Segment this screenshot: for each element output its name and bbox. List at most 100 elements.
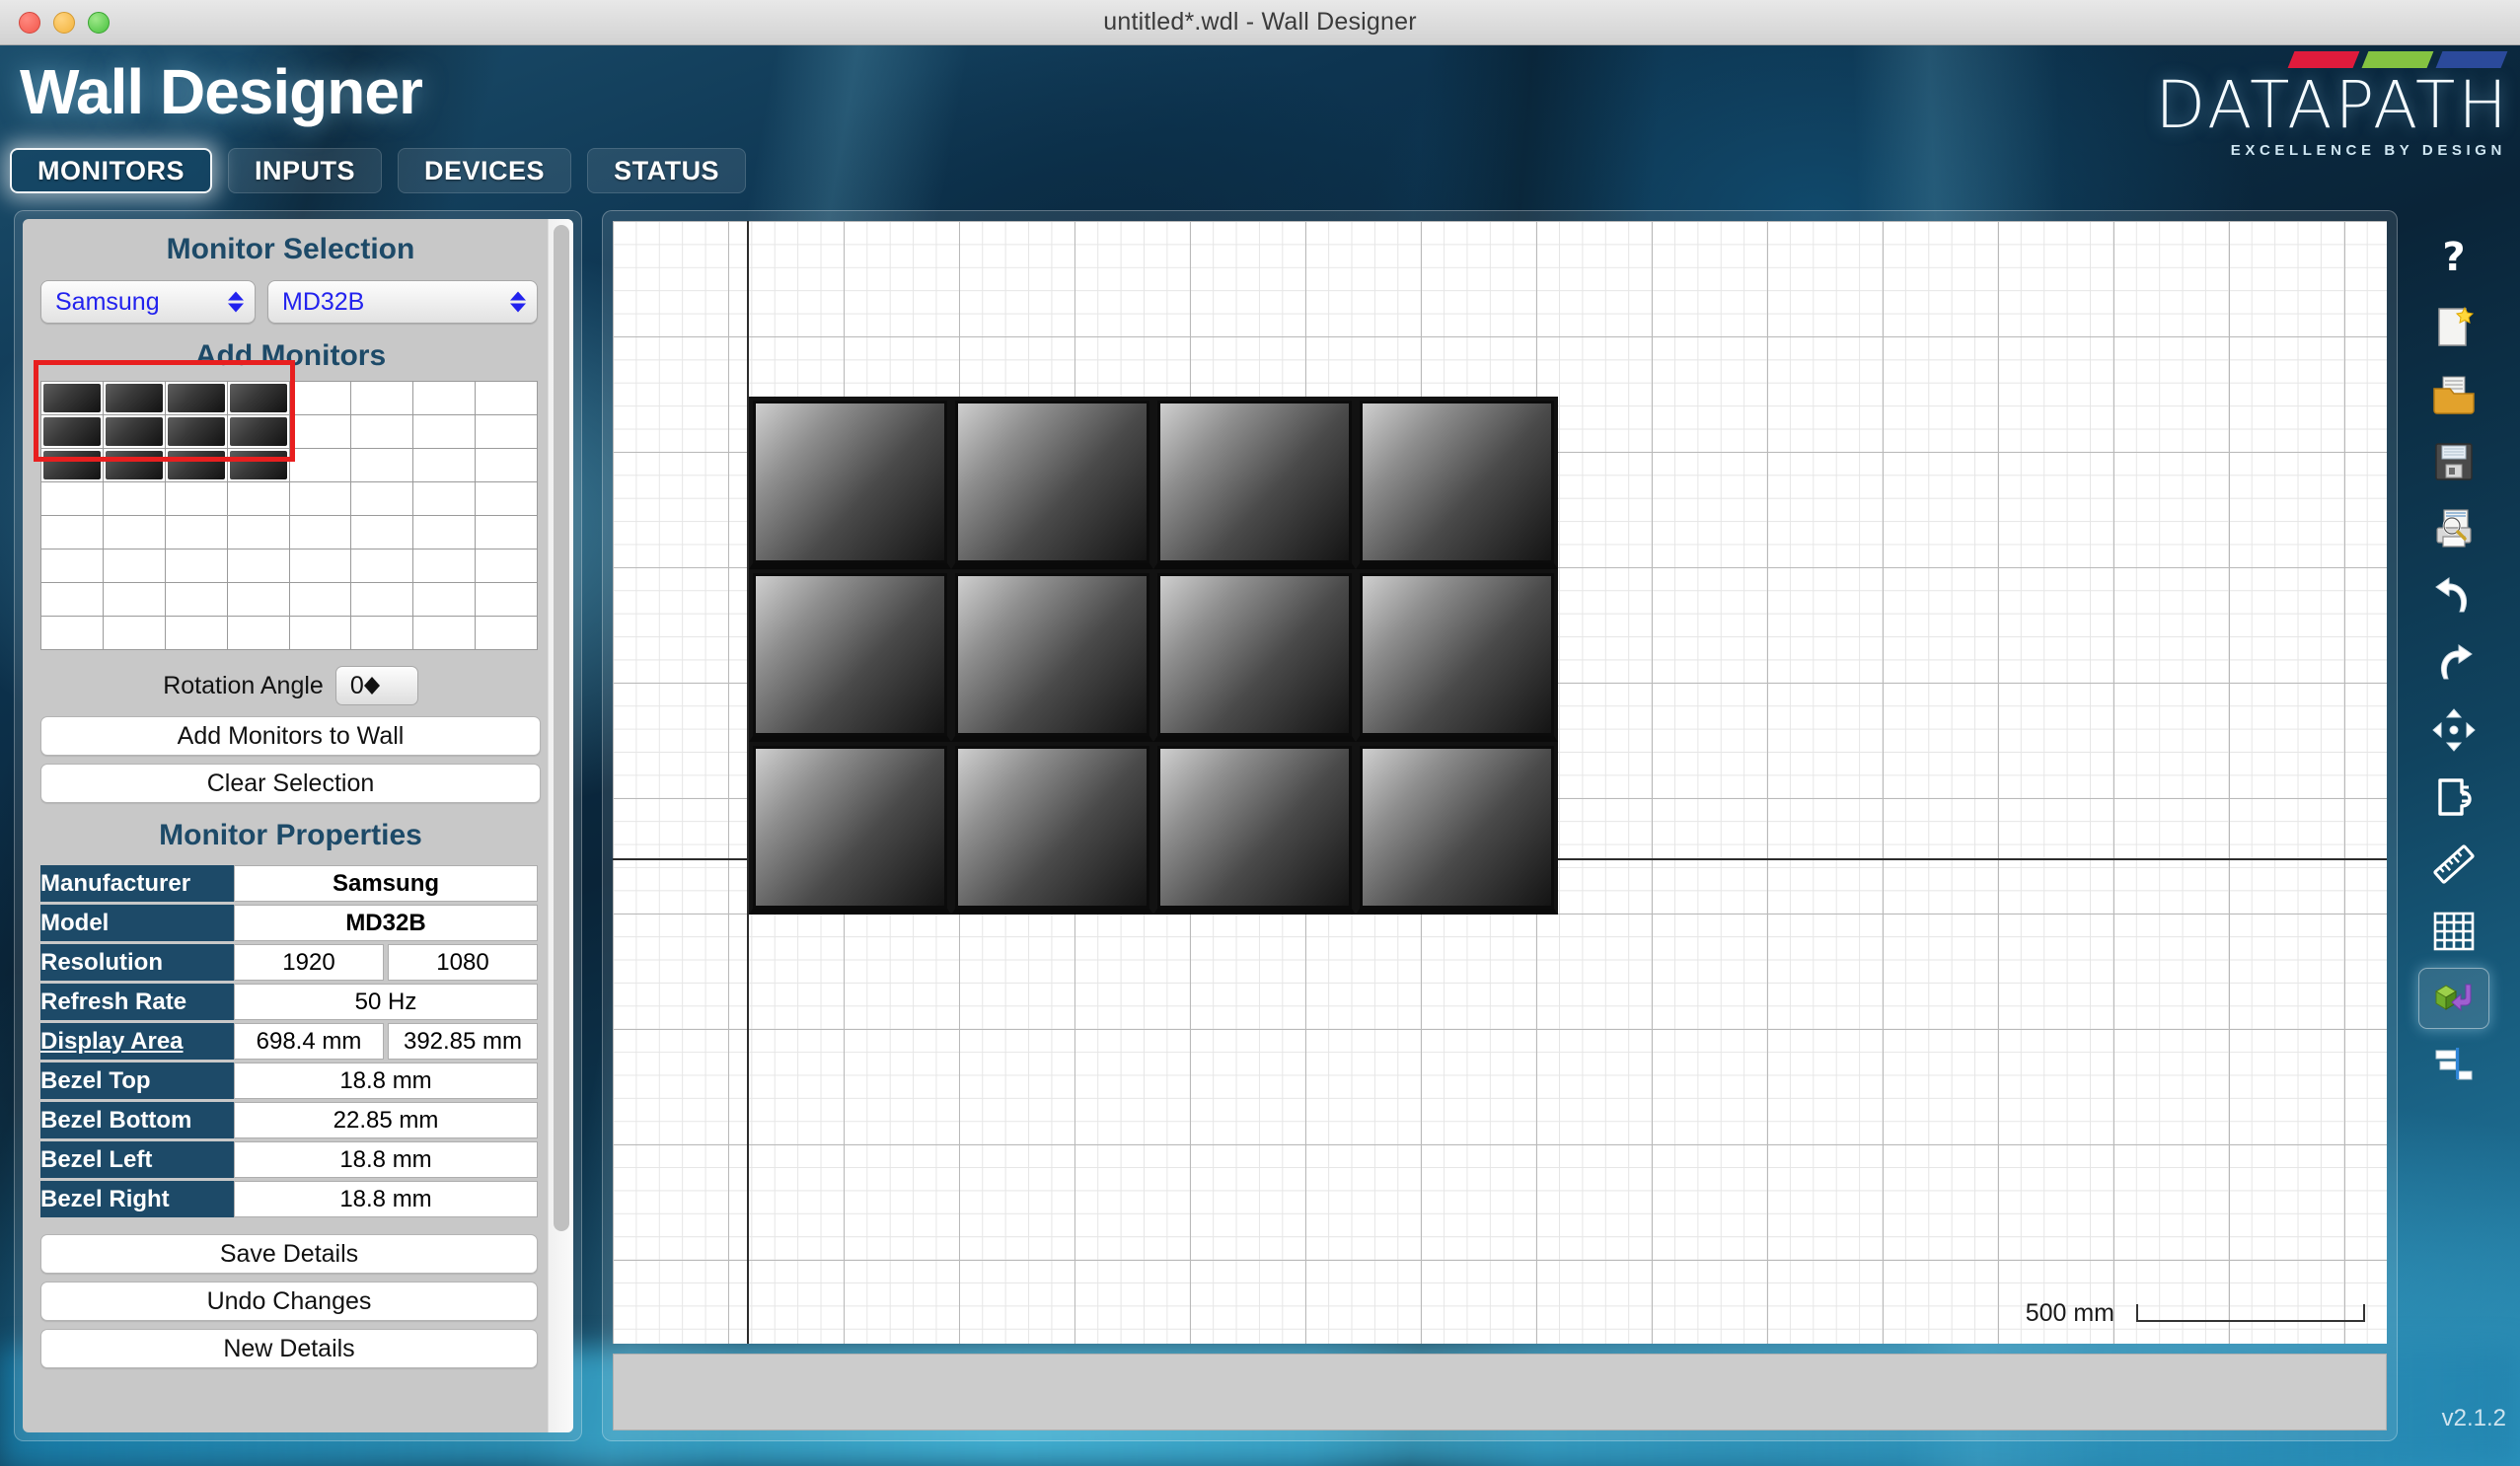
grid-cell-8-4[interactable] — [227, 617, 290, 650]
add-monitors-to-wall-button[interactable]: Add Monitors to Wall — [40, 716, 541, 756]
wall-monitor-2-2[interactable] — [951, 569, 1153, 742]
grid-cell-3-1[interactable] — [41, 449, 104, 482]
grid-cell-8-2[interactable] — [103, 617, 166, 650]
property-value-field[interactable]: 22.85 mm — [234, 1102, 538, 1138]
grid-cell-4-5[interactable] — [289, 482, 352, 516]
undo-changes-button[interactable]: Undo Changes — [40, 1282, 538, 1321]
grid-cell-5-7[interactable] — [413, 516, 477, 550]
undo-button[interactable] — [2418, 565, 2489, 626]
sidebar-scrollbar[interactable] — [548, 219, 573, 1432]
wall-monitor-2-3[interactable] — [1153, 569, 1356, 742]
3d-view-button[interactable] — [2418, 968, 2489, 1029]
grid-cell-4-6[interactable] — [351, 482, 414, 516]
tab-monitors[interactable]: MONITORS — [10, 148, 213, 193]
grid-cell-6-2[interactable] — [103, 550, 166, 583]
wall-monitor-2-1[interactable] — [749, 569, 951, 742]
wall-monitor-1-3[interactable] — [1153, 397, 1356, 569]
new-details-button[interactable]: New Details — [40, 1329, 538, 1368]
grid-cell-2-7[interactable] — [413, 415, 477, 449]
grid-cell-3-6[interactable] — [351, 449, 414, 482]
units-button[interactable] — [2418, 767, 2489, 828]
grid-cell-3-5[interactable] — [289, 449, 352, 482]
grid-cell-1-1[interactable] — [41, 382, 104, 415]
grid-cell-8-3[interactable] — [165, 617, 228, 650]
grid-cell-5-5[interactable] — [289, 516, 352, 550]
print-preview-button[interactable] — [2418, 498, 2489, 559]
grid-cell-5-2[interactable] — [103, 516, 166, 550]
grid-cell-7-3[interactable] — [165, 583, 228, 617]
grid-cell-8-7[interactable] — [413, 617, 477, 650]
property-value-field-1[interactable]: 1920 — [234, 944, 384, 981]
property-value-field[interactable]: 18.8 mm — [234, 1063, 538, 1099]
property-value-field[interactable]: 18.8 mm — [234, 1141, 538, 1178]
grid-cell-3-7[interactable] — [413, 449, 477, 482]
align-button[interactable] — [2418, 1035, 2489, 1096]
grid-cell-1-4[interactable] — [227, 382, 290, 415]
open-file-button[interactable] — [2418, 364, 2489, 425]
monitor-wall[interactable] — [749, 397, 1558, 915]
grid-cell-7-4[interactable] — [227, 583, 290, 617]
property-value-field[interactable]: 18.8 mm — [234, 1181, 538, 1217]
grid-cell-4-8[interactable] — [476, 482, 538, 516]
grid-cell-8-5[interactable] — [289, 617, 352, 650]
grid-cell-1-5[interactable] — [289, 382, 352, 415]
clear-selection-button[interactable]: Clear Selection — [40, 764, 541, 803]
tab-inputs[interactable]: INPUTS — [228, 148, 383, 193]
grid-cell-4-1[interactable] — [41, 482, 104, 516]
grid-cell-7-2[interactable] — [103, 583, 166, 617]
grid-cell-3-8[interactable] — [476, 449, 538, 482]
grid-cell-7-6[interactable] — [351, 583, 414, 617]
grid-cell-6-3[interactable] — [165, 550, 228, 583]
grid-cell-5-4[interactable] — [227, 516, 290, 550]
grid-cell-7-1[interactable] — [41, 583, 104, 617]
grid-cell-5-3[interactable] — [165, 516, 228, 550]
grid-cell-3-2[interactable] — [103, 449, 166, 482]
tab-status[interactable]: STATUS — [587, 148, 747, 193]
grid-cell-4-4[interactable] — [227, 482, 290, 516]
grid-cell-6-8[interactable] — [476, 550, 538, 583]
redo-button[interactable] — [2418, 632, 2489, 694]
grid-cell-8-8[interactable] — [476, 617, 538, 650]
grid-cell-2-8[interactable] — [476, 415, 538, 449]
property-value-field[interactable]: 50 Hz — [234, 984, 538, 1020]
grid-cell-2-5[interactable] — [289, 415, 352, 449]
grid-cell-6-7[interactable] — [413, 550, 477, 583]
property-value-field[interactable]: Samsung — [234, 865, 538, 902]
measure-button[interactable] — [2418, 834, 2489, 895]
grid-cell-7-8[interactable] — [476, 583, 538, 617]
wall-monitor-1-4[interactable] — [1356, 397, 1558, 569]
grid-cell-4-2[interactable] — [103, 482, 166, 516]
grid-cell-8-1[interactable] — [41, 617, 104, 650]
grid-cell-3-3[interactable] — [165, 449, 228, 482]
property-value-field-2[interactable]: 392.85 mm — [388, 1023, 538, 1060]
wall-monitor-1-2[interactable] — [951, 397, 1153, 569]
wall-monitor-1-1[interactable] — [749, 397, 951, 569]
grid-cell-4-3[interactable] — [165, 482, 228, 516]
grid-cell-1-2[interactable] — [103, 382, 166, 415]
grid-cell-7-5[interactable] — [289, 583, 352, 617]
grid-cell-5-1[interactable] — [41, 516, 104, 550]
grid-cell-6-4[interactable] — [227, 550, 290, 583]
grid-cell-7-7[interactable] — [413, 583, 477, 617]
grid-cell-4-7[interactable] — [413, 482, 477, 516]
tab-devices[interactable]: DEVICES — [398, 148, 572, 193]
property-value-field[interactable]: MD32B — [234, 905, 538, 941]
rotation-angle-select[interactable]: 0 — [334, 666, 418, 705]
grid-cell-2-1[interactable] — [41, 415, 104, 449]
grid-cell-8-6[interactable] — [351, 617, 414, 650]
save-details-button[interactable]: Save Details — [40, 1234, 538, 1274]
save-button[interactable] — [2418, 431, 2489, 492]
manufacturer-select[interactable]: Samsung — [40, 280, 256, 324]
grid-cell-1-8[interactable] — [476, 382, 538, 415]
grid-cell-2-6[interactable] — [351, 415, 414, 449]
wall-monitor-3-4[interactable] — [1356, 742, 1558, 915]
wall-canvas[interactable]: 500 mm — [613, 221, 2387, 1344]
wall-monitor-3-1[interactable] — [749, 742, 951, 915]
grid-cell-6-5[interactable] — [289, 550, 352, 583]
property-value-field-2[interactable]: 1080 — [388, 944, 538, 981]
grid-cell-1-3[interactable] — [165, 382, 228, 415]
grid-cell-1-7[interactable] — [413, 382, 477, 415]
wall-monitor-3-3[interactable] — [1153, 742, 1356, 915]
grid-cell-6-6[interactable] — [351, 550, 414, 583]
grid-cell-1-6[interactable] — [351, 382, 414, 415]
